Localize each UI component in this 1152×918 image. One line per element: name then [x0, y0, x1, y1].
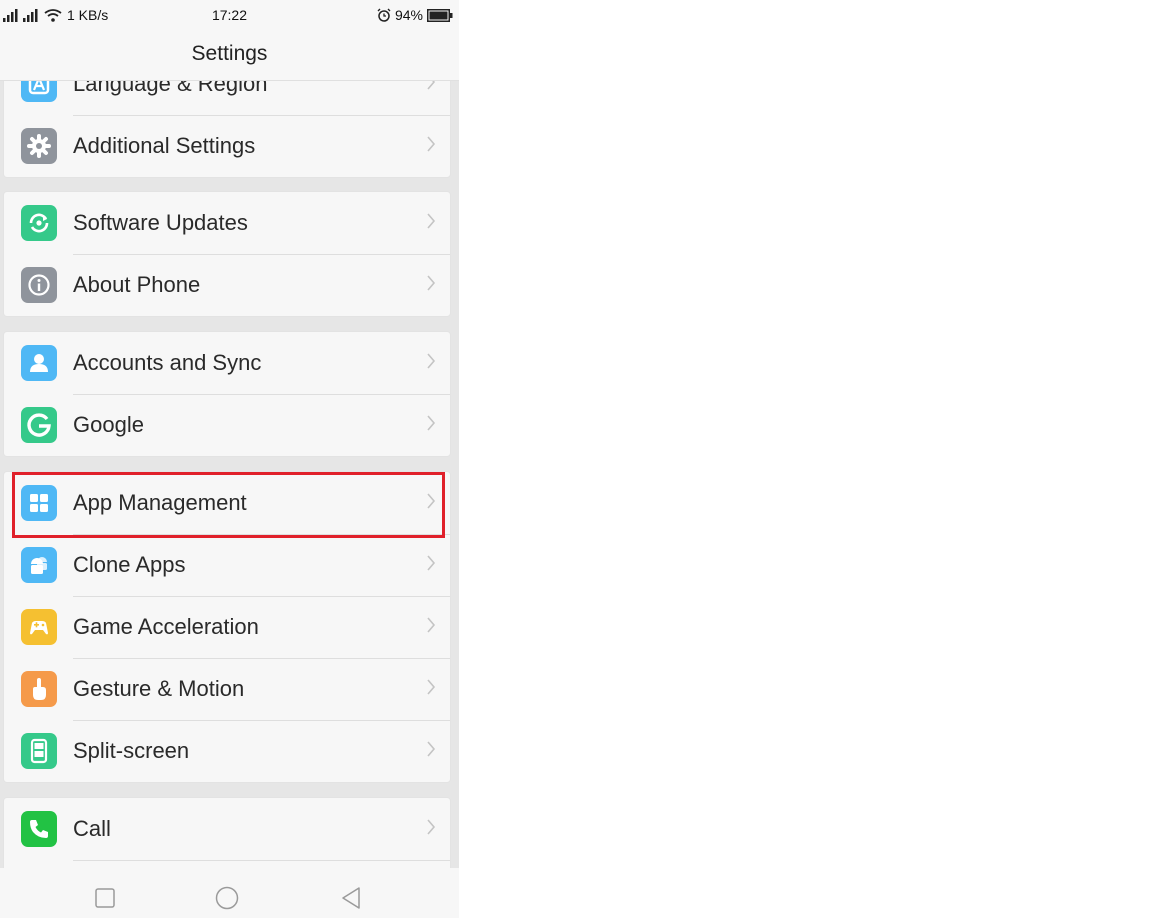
chevron-right-icon [426, 554, 436, 572]
settings-group-communication: Call [3, 797, 451, 868]
google-icon [21, 407, 57, 443]
alarm-icon [377, 8, 391, 22]
settings-item-language-region[interactable]: Language & Region [4, 81, 450, 115]
chevron-right-icon [426, 352, 436, 370]
chevron-right-icon [426, 740, 436, 758]
recents-icon[interactable] [92, 885, 118, 911]
settings-item-label: Additional Settings [73, 133, 256, 158]
highlight-box [12, 472, 445, 538]
phone-screen: Language & Region Additional Settings So… [0, 0, 459, 918]
split-screen-icon [21, 733, 57, 769]
phone-icon [21, 811, 57, 847]
settings-item-label: About Phone [73, 272, 201, 297]
settings-item-label: Software Updates [73, 210, 248, 235]
game-icon [21, 609, 57, 645]
settings-item-about-phone[interactable]: About Phone [4, 254, 450, 316]
settings-item-additional-settings[interactable]: Additional Settings [4, 115, 450, 177]
settings-item-label: Google [73, 412, 144, 437]
settings-item-label: Game Acceleration [73, 614, 259, 639]
settings-item-software-updates[interactable]: Software Updates [4, 192, 450, 254]
settings-item-gesture-motion[interactable]: Gesture & Motion [4, 658, 450, 720]
settings-item-label: Accounts and Sync [73, 350, 262, 375]
update-icon [21, 205, 57, 241]
chevron-right-icon [426, 212, 436, 230]
info-icon [21, 267, 57, 303]
chevron-right-icon [426, 414, 436, 432]
chevron-right-icon [426, 818, 436, 836]
settings-item-google[interactable]: Google [4, 394, 450, 456]
settings-group-general: Language & Region Additional Settings [3, 81, 451, 178]
settings-item-label: Clone Apps [73, 552, 186, 577]
language-icon [21, 81, 57, 102]
navigation-bar [0, 868, 459, 918]
settings-item-game-acceleration[interactable]: Game Acceleration [4, 596, 450, 658]
battery-icon [427, 8, 453, 22]
settings-item-label: Split-screen [73, 738, 190, 763]
settings-item-accounts-and-sync[interactable]: Accounts and Sync [4, 332, 450, 394]
status-bar: 1 KB/s 17:22 94% [0, 0, 459, 30]
settings-item-next[interactable] [4, 860, 450, 868]
chevron-right-icon [426, 135, 436, 153]
battery-percent: 94% [394, 7, 423, 23]
gesture-icon [21, 671, 57, 707]
settings-group-system: Software Updates About Phone [3, 191, 451, 317]
back-icon[interactable] [338, 885, 364, 911]
settings-item-call[interactable]: Call [4, 798, 450, 860]
account-icon [21, 345, 57, 381]
settings-item-split-screen[interactable]: Split-screen [4, 720, 450, 782]
chevron-right-icon [426, 616, 436, 634]
page-title: Settings [191, 42, 268, 65]
settings-item-clone-apps[interactable]: Clone Apps [4, 534, 450, 596]
settings-item-label: Call [73, 816, 111, 841]
home-icon[interactable] [214, 885, 240, 911]
settings-group-accounts: Accounts and Sync Google [3, 331, 451, 457]
settings-item-label: Language & Region [73, 81, 268, 96]
clone-apps-icon [21, 547, 57, 583]
chevron-right-icon [426, 678, 436, 696]
settings-item-label: Gesture & Motion [73, 676, 245, 701]
chevron-right-icon [426, 274, 436, 292]
title-bar: Settings [0, 30, 459, 81]
gear-icon [21, 128, 57, 164]
chevron-right-icon [426, 81, 436, 91]
